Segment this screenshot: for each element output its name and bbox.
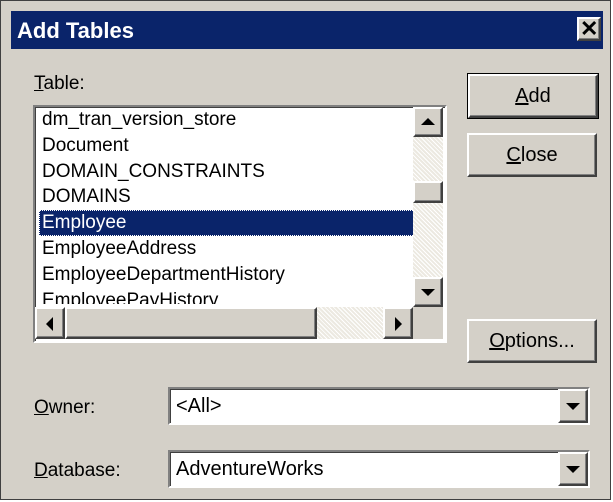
database-label-text: atabase: xyxy=(47,460,121,481)
title-bar[interactable]: Add Tables ✕ xyxy=(11,11,603,49)
list-item[interactable]: dm_tran_version_store xyxy=(39,107,415,133)
owner-label: Owner: xyxy=(34,397,95,419)
owner-value: <All> xyxy=(176,395,222,417)
list-item[interactable]: Document xyxy=(39,133,415,159)
database-dropdown[interactable]: AdventureWorks xyxy=(168,450,590,488)
database-dropdown-button[interactable] xyxy=(558,452,588,486)
table-label-text: able: xyxy=(43,73,85,94)
horizontal-scrollbar[interactable] xyxy=(35,307,413,339)
list-item[interactable]: DOMAIN_CONSTRAINTS xyxy=(39,159,415,185)
options-button[interactable]: Options... xyxy=(467,319,597,363)
options-label: ptions... xyxy=(504,330,575,352)
options-mnemonic: O xyxy=(489,330,505,352)
chevron-down-icon xyxy=(566,403,580,410)
right-arrow-icon xyxy=(395,317,402,331)
close-label: lose xyxy=(520,144,558,166)
table-label-mnemonic: T xyxy=(34,73,44,94)
vertical-scrollbar[interactable] xyxy=(413,107,443,307)
database-value: AdventureWorks xyxy=(176,458,324,480)
window-title: Add Tables xyxy=(17,18,134,43)
scroll-right-button[interactable] xyxy=(383,307,413,339)
database-label: Database: xyxy=(34,460,121,482)
scroll-up-button[interactable] xyxy=(413,107,443,137)
owner-label-text: wner: xyxy=(48,397,96,418)
down-arrow-icon xyxy=(421,289,435,296)
list-item[interactable]: EmployeePayHistory xyxy=(39,288,415,304)
table-list[interactable]: dm_tran_version_store Document DOMAIN_CO… xyxy=(39,107,415,304)
table-label: Table: xyxy=(34,73,85,95)
table-listbox[interactable]: dm_tran_version_store Document DOMAIN_CO… xyxy=(33,105,447,343)
vertical-scroll-thumb[interactable] xyxy=(413,181,443,203)
list-item[interactable]: DOMAINS xyxy=(39,184,415,210)
add-tables-dialog: Add Tables ✕ Table: dm_tran_version_stor… xyxy=(0,0,611,500)
close-window-button[interactable]: ✕ xyxy=(577,16,601,41)
owner-dropdown-button[interactable] xyxy=(558,389,588,423)
add-mnemonic: A xyxy=(515,85,529,107)
close-mnemonic: C xyxy=(506,144,521,166)
list-item[interactable]: EmployeeAddress xyxy=(39,236,415,262)
add-button[interactable]: Add xyxy=(467,73,599,119)
owner-dropdown[interactable]: <All> xyxy=(168,387,590,425)
scroll-down-button[interactable] xyxy=(413,277,443,307)
chevron-down-icon xyxy=(566,466,580,473)
list-item[interactable]: EmployeeDepartmentHistory xyxy=(39,262,415,288)
list-item-selected[interactable]: Employee xyxy=(39,210,415,236)
scroll-left-button[interactable] xyxy=(35,307,65,339)
owner-mnemonic: O xyxy=(34,397,49,418)
horizontal-scroll-thumb[interactable] xyxy=(65,307,317,339)
add-button-face[interactable]: Add xyxy=(468,74,598,118)
left-arrow-icon xyxy=(46,317,53,331)
up-arrow-icon xyxy=(421,118,435,125)
database-mnemonic: D xyxy=(34,460,48,481)
scrollbar-corner xyxy=(413,307,443,339)
close-button[interactable]: Close xyxy=(467,133,597,177)
add-label: dd xyxy=(528,85,551,107)
close-icon: ✕ xyxy=(580,16,599,41)
